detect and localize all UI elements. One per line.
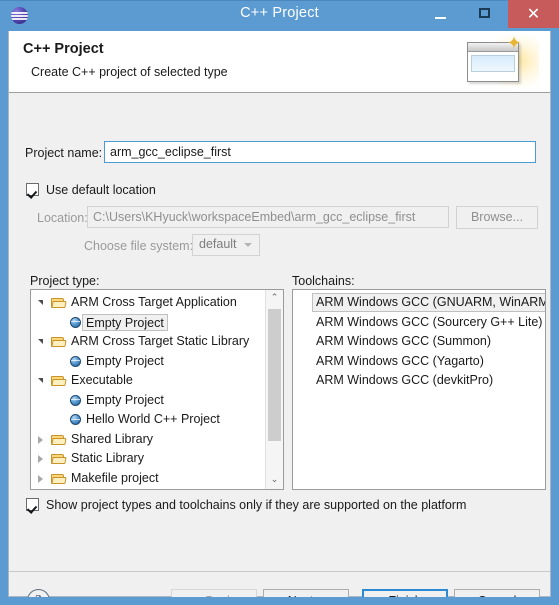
show-supported-label: Show project types and toolchains only i… xyxy=(46,498,467,512)
scroll-up-icon[interactable]: ⌃ xyxy=(266,290,283,307)
project-type-row[interactable]: Shared Library xyxy=(31,430,265,450)
toolchain-label-text: ARM Windows GCC (GNUARM, WinARM) xyxy=(312,293,545,312)
chevron-right-icon[interactable] xyxy=(38,435,43,444)
folder-icon xyxy=(51,453,67,465)
minimize-icon xyxy=(434,17,446,19)
project-type-tree[interactable]: ARM Cross Target Application Empty Projec… xyxy=(30,289,284,490)
folder-icon xyxy=(51,473,67,485)
project-type-row[interactable]: Hello World C++ Project xyxy=(31,410,265,430)
project-type-list: ARM Cross Target Application Empty Projec… xyxy=(31,290,265,489)
close-icon: ✕ xyxy=(526,4,541,23)
project-type-row[interactable]: ARM Cross Target Application xyxy=(31,293,265,313)
page-title: C++ Project xyxy=(23,41,104,57)
title-bar: C++ Project ✕ xyxy=(0,0,559,31)
toolchain-label-text: ARM Windows GCC (Sourcery G++ Lite) xyxy=(316,314,543,329)
close-button[interactable]: ✕ xyxy=(508,0,559,28)
use-default-location-checkbox[interactable]: Use default location xyxy=(26,181,156,199)
toolchain-row[interactable]: ARM Windows GCC (devkitPro) xyxy=(293,371,545,391)
sparkle-icon: ✦ xyxy=(506,33,522,54)
toolchains-list[interactable]: ARM Windows GCC (GNUARM, WinARM) ARM Wind… xyxy=(292,289,546,490)
project-type-row[interactable]: Empty Project xyxy=(31,352,265,372)
project-type-row[interactable]: Makefile project xyxy=(31,469,265,489)
project-type-label-text: GNU Autotools xyxy=(71,488,154,489)
show-supported-checkbox[interactable]: Show project types and toolchains only i… xyxy=(26,496,466,514)
project-name-label: Project name: xyxy=(25,146,103,160)
toolchains-label: Toolchains: xyxy=(292,274,355,288)
project-type-row[interactable]: Static Library xyxy=(31,449,265,469)
project-type-row[interactable]: Empty Project xyxy=(31,313,265,333)
scrollbar-thumb[interactable] xyxy=(268,309,281,441)
project-type-scrollbar[interactable]: ⌃ ⌄ xyxy=(265,290,283,489)
sphere-icon xyxy=(70,316,81,328)
checkbox-box xyxy=(26,183,39,196)
dialog-body: C++ Project Create C++ project of select… xyxy=(8,31,551,605)
wizard-header: C++ Project Create C++ project of select… xyxy=(9,31,550,93)
folder-icon xyxy=(51,297,67,309)
browse-button: Browse... xyxy=(456,206,538,229)
choose-file-system-label: Choose file system: xyxy=(84,239,194,253)
minimize-button[interactable] xyxy=(417,0,462,28)
project-type-label-text: Static Library xyxy=(71,451,144,465)
folder-icon xyxy=(51,336,67,348)
sphere-icon xyxy=(70,414,81,425)
project-type-label-text: Shared Library xyxy=(71,431,153,446)
wizard-window-sparkle-icon: ✦ xyxy=(463,31,541,92)
project-type-row[interactable]: GNU Autotools xyxy=(31,488,265,489)
project-name-input[interactable] xyxy=(104,141,536,163)
cpp-project-wizard-window: C++ Project ✕ C++ Project Create C++ pro… xyxy=(0,0,559,605)
toolchain-row[interactable]: ARM Windows GCC (GNUARM, WinARM) xyxy=(293,293,545,313)
project-type-label-text: ARM Cross Target Application xyxy=(71,295,237,309)
sphere-icon xyxy=(70,394,81,406)
project-type-label: Project type: xyxy=(30,274,100,288)
project-type-label-text: Makefile project xyxy=(71,470,159,485)
maximize-button[interactable] xyxy=(462,0,507,28)
project-type-label-text: Empty Project xyxy=(86,353,164,368)
folder-icon xyxy=(51,434,67,446)
chevron-down-icon xyxy=(244,243,252,247)
chevron-right-icon[interactable] xyxy=(38,455,43,463)
toolchain-label-text: ARM Windows GCC (Summon) xyxy=(316,334,492,348)
toolchain-label-text: ARM Windows GCC (devkitPro) xyxy=(316,373,494,387)
project-type-label-text: Empty Project xyxy=(82,313,168,331)
file-system-value: default xyxy=(199,237,237,251)
project-type-label-text: Hello World C++ Project xyxy=(86,412,220,426)
checkbox-box xyxy=(26,498,39,511)
chevron-down-icon[interactable] xyxy=(38,378,43,383)
project-type-row[interactable]: Empty Project xyxy=(31,391,265,411)
file-system-select: default xyxy=(192,234,260,256)
toolchain-row[interactable]: ARM Windows GCC (Sourcery G++ Lite) xyxy=(293,313,545,333)
button-bar-separator xyxy=(9,571,550,572)
chevron-down-icon[interactable] xyxy=(38,339,43,344)
project-type-row[interactable]: ARM Cross Target Static Library xyxy=(31,332,265,352)
project-type-row[interactable]: Executable xyxy=(31,371,265,391)
chevron-right-icon[interactable] xyxy=(38,474,43,483)
toolchain-row[interactable]: ARM Windows GCC (Summon) xyxy=(293,332,545,352)
toolchain-row[interactable]: ARM Windows GCC (Yagarto) xyxy=(293,352,545,372)
sphere-icon xyxy=(70,355,81,367)
project-type-label-text: Executable xyxy=(71,373,133,387)
maximize-icon xyxy=(478,8,490,18)
window-bottom-frame xyxy=(0,597,559,605)
project-type-label-text: ARM Cross Target Static Library xyxy=(71,334,250,348)
chevron-down-icon[interactable] xyxy=(38,300,43,305)
location-field: C:\Users\KHyuck\workspaceEmbed\arm_gcc_e… xyxy=(87,206,449,228)
page-description: Create C++ project of selected type xyxy=(31,65,228,79)
location-label: Location: xyxy=(37,211,88,225)
toolchain-label-text: ARM Windows GCC (Yagarto) xyxy=(316,353,484,368)
banner-window-canvas xyxy=(471,55,515,72)
scroll-down-icon[interactable]: ⌄ xyxy=(266,472,283,489)
use-default-location-label: Use default location xyxy=(46,183,156,197)
project-type-label-text: Empty Project xyxy=(86,392,164,407)
folder-icon xyxy=(51,375,67,387)
